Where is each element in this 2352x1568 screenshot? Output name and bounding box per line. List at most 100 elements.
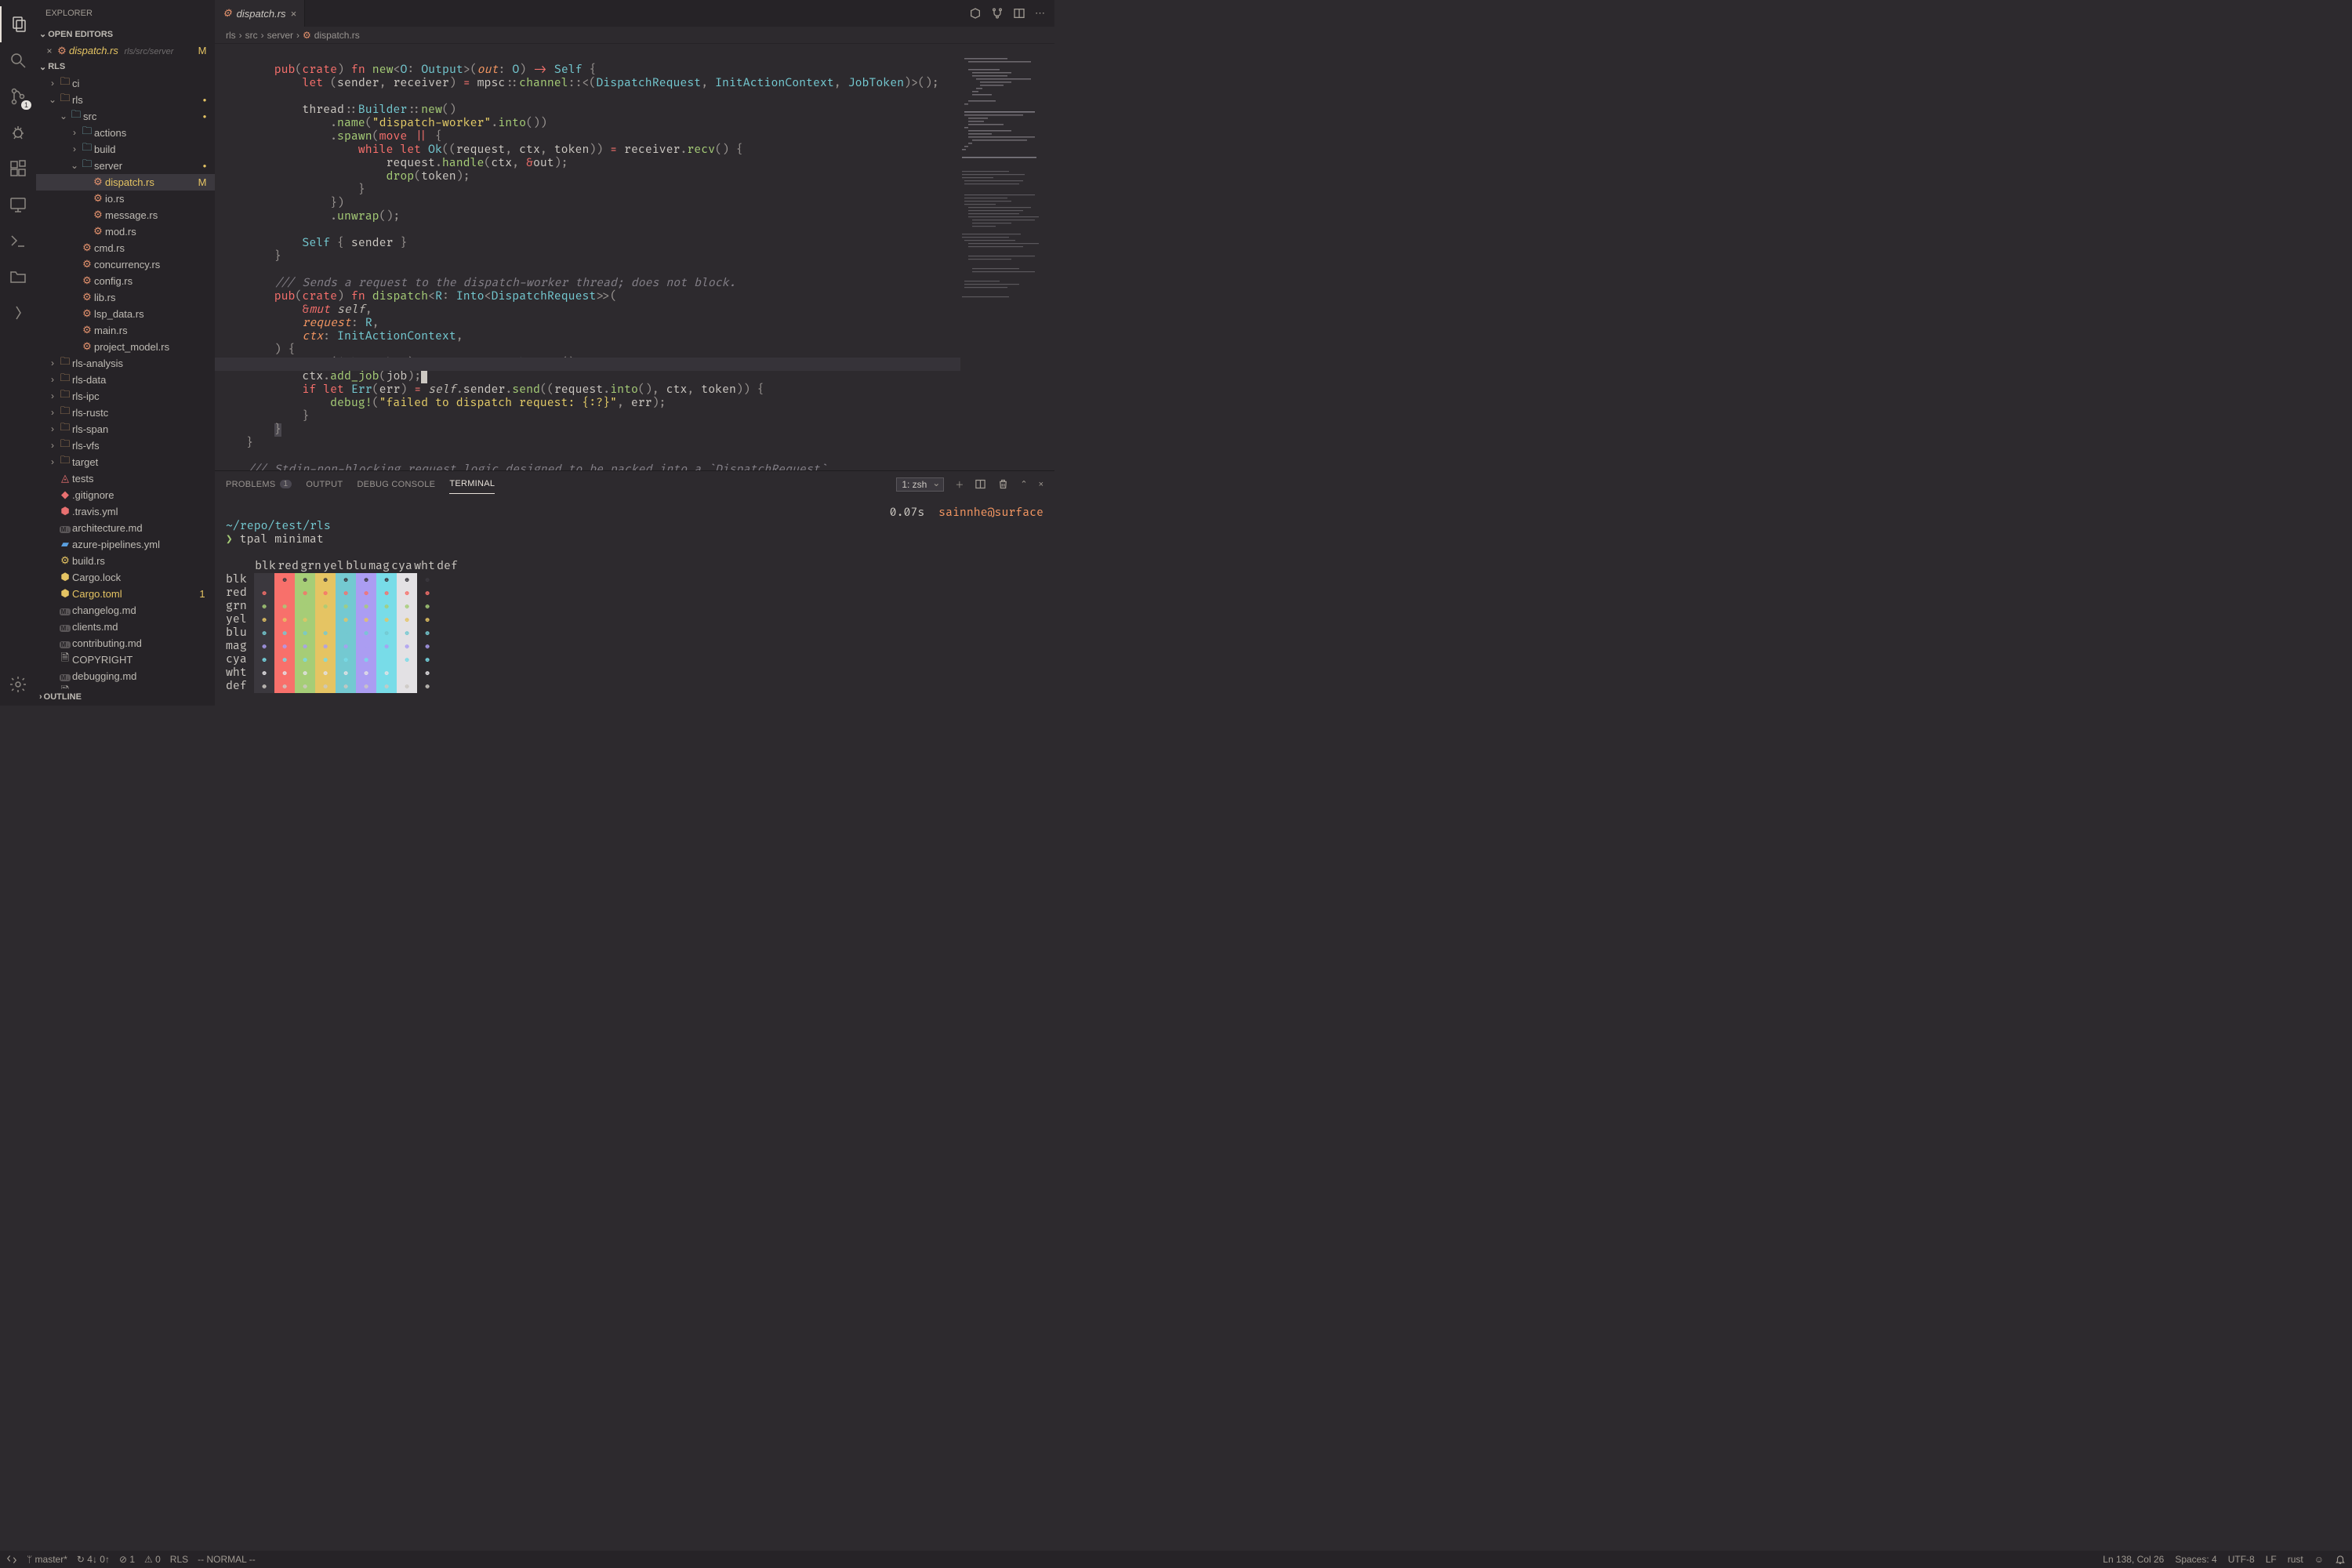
rls-status[interactable]: RLS: [170, 1554, 188, 1565]
cursor-position[interactable]: Ln 138, Col 26: [2103, 1554, 2164, 1565]
sidebar-title: EXPLORER: [36, 0, 215, 26]
split-terminal-icon[interactable]: [975, 478, 986, 490]
terminal-select[interactable]: 1: zsh: [896, 477, 944, 492]
more-icon[interactable]: ⋯: [1035, 7, 1045, 20]
file-item[interactable]: ⬢.travis.yml: [36, 503, 215, 520]
folder-item[interactable]: ›🗀build: [36, 141, 215, 158]
file-item[interactable]: ⚙io.rs: [36, 191, 215, 207]
rust-icon: ⚙: [223, 7, 232, 20]
activity-folder-icon[interactable]: [0, 259, 36, 295]
outline-label: OUTLINE: [44, 692, 82, 702]
terminal-prompt-char: ❯: [226, 533, 233, 546]
bottom-panel: PROBLEMS1 OUTPUT DEBUG CONSOLE TERMINAL …: [215, 470, 1054, 706]
file-item[interactable]: ⚙main.rs: [36, 322, 215, 339]
activity-remote-icon[interactable]: [0, 187, 36, 223]
output-tab[interactable]: OUTPUT: [306, 480, 343, 489]
file-item[interactable]: ▰azure-pipelines.yml: [36, 536, 215, 553]
file-item[interactable]: M↓architecture.md: [36, 520, 215, 536]
file-item[interactable]: M↓changelog.md: [36, 602, 215, 619]
file-item[interactable]: ⚙build.rs: [36, 553, 215, 569]
project-header[interactable]: ⌄RLS: [36, 59, 215, 75]
editor-area: ⚙ dispatch.rs × ⋯ rls › src › server › ⚙…: [215, 0, 1054, 706]
problems-tab[interactable]: PROBLEMS1: [226, 480, 292, 489]
folder-item[interactable]: ›🗀rls-analysis: [36, 355, 215, 372]
file-item[interactable]: ◬tests: [36, 470, 215, 487]
editor-actions: ⋯: [960, 0, 1054, 27]
rust-icon: ⚙: [303, 30, 311, 41]
terminal-tab[interactable]: TERMINAL: [449, 479, 495, 494]
new-terminal-icon[interactable]: ＋: [955, 478, 964, 491]
file-item[interactable]: ◆.gitignore: [36, 487, 215, 503]
notifications-icon[interactable]: [2335, 1554, 2346, 1565]
feedback-icon[interactable]: ☺: [2314, 1554, 2324, 1565]
color-palette-output: blkredgrnyelblumagcyawhtdefblk☻☻☻☻☻☻☻☻☻r…: [226, 560, 459, 693]
eol-status[interactable]: LF: [2266, 1554, 2277, 1565]
kill-terminal-icon[interactable]: [997, 478, 1009, 490]
activity-scm-icon[interactable]: 1: [0, 78, 36, 114]
editor-tab[interactable]: ⚙ dispatch.rs ×: [215, 0, 305, 27]
split-editor-icon[interactable]: [1013, 7, 1025, 20]
compare-icon[interactable]: [991, 7, 1004, 20]
git-branch[interactable]: ᛘ master*: [27, 1554, 67, 1565]
close-icon[interactable]: ×: [44, 45, 55, 56]
file-item[interactable]: M↓clients.md: [36, 619, 215, 635]
encoding-status[interactable]: UTF-8: [2228, 1554, 2255, 1565]
file-item[interactable]: ⚙message.rs: [36, 207, 215, 223]
folder-item[interactable]: ›🗀rls-ipc: [36, 388, 215, 405]
breadcrumb[interactable]: rls › src › server › ⚙ dispatch.rs: [215, 27, 1054, 44]
warnings-count[interactable]: ⚠ 0: [144, 1554, 161, 1565]
breadcrumb-segment[interactable]: server: [267, 30, 293, 41]
folder-item[interactable]: ⌄🗀src●: [36, 108, 215, 125]
maximize-panel-icon[interactable]: ⌃: [1020, 479, 1027, 489]
file-item[interactable]: ⚙dispatch.rsM: [36, 174, 215, 191]
activity-explorer-icon[interactable]: [0, 6, 36, 42]
open-editor-item[interactable]: × ⚙ dispatch.rs rls/src/server M: [36, 43, 215, 59]
breadcrumb-segment[interactable]: src: [245, 30, 258, 41]
indent-status[interactable]: Spaces: 4: [2175, 1554, 2216, 1565]
file-item[interactable]: ⚙lib.rs: [36, 289, 215, 306]
outline-header[interactable]: ›OUTLINE: [36, 689, 215, 706]
file-item[interactable]: ⚙config.rs: [36, 273, 215, 289]
close-icon[interactable]: ×: [291, 8, 297, 20]
breadcrumb-segment[interactable]: rls: [226, 30, 236, 41]
open-editors-header[interactable]: ⌄OPEN EDITORS: [36, 26, 215, 42]
file-item[interactable]: ⚙project_model.rs: [36, 339, 215, 355]
remote-indicator[interactable]: [6, 1554, 17, 1565]
code-content[interactable]: pub(crate) fn new<O: Output>(out: O) -> …: [215, 44, 960, 470]
folder-item[interactable]: ›🗀rls-span: [36, 421, 215, 437]
activity-extensions-icon[interactable]: [0, 151, 36, 187]
file-item[interactable]: ⬢Cargo.lock: [36, 569, 215, 586]
file-item[interactable]: ⚙cmd.rs: [36, 240, 215, 256]
code-editor[interactable]: pub(crate) fn new<O: Output>(out: O) -> …: [215, 44, 1054, 470]
errors-count[interactable]: ⊘ 1: [119, 1554, 135, 1565]
close-panel-icon[interactable]: ×: [1039, 480, 1044, 489]
activity-bar: 1: [0, 0, 36, 706]
settings-gear-icon[interactable]: [0, 666, 36, 702]
activity-terminal-icon[interactable]: [0, 223, 36, 259]
breadcrumb-segment[interactable]: dispatch.rs: [314, 30, 360, 41]
folder-item[interactable]: ⌄🗀server●: [36, 158, 215, 174]
folder-item[interactable]: ›🗀actions: [36, 125, 215, 141]
minimap[interactable]: [960, 44, 1054, 470]
debug-console-tab[interactable]: DEBUG CONSOLE: [357, 480, 435, 489]
activity-rust-icon[interactable]: [0, 295, 36, 331]
file-item[interactable]: ⚙concurrency.rs: [36, 256, 215, 273]
folder-item[interactable]: ›🗀target: [36, 454, 215, 470]
folder-item[interactable]: ›🗀rls-rustc: [36, 405, 215, 421]
folder-item[interactable]: ›🗀rls-vfs: [36, 437, 215, 454]
activity-search-icon[interactable]: [0, 42, 36, 78]
folder-item[interactable]: ⌄🗀rls●: [36, 92, 215, 108]
folder-item[interactable]: ›🗀rls-data: [36, 372, 215, 388]
activity-debug-icon[interactable]: [0, 114, 36, 151]
file-item[interactable]: ⚙mod.rs: [36, 223, 215, 240]
file-item[interactable]: M↓debugging.md: [36, 668, 215, 684]
terminal[interactable]: 0.07s sainnhe@surface~/repo/test/rls ❯ t…: [215, 497, 1054, 706]
language-mode[interactable]: rust: [2288, 1554, 2303, 1565]
version-control-icon[interactable]: [969, 7, 982, 20]
file-item[interactable]: ⚙lsp_data.rs: [36, 306, 215, 322]
file-item[interactable]: ⬢Cargo.toml1: [36, 586, 215, 602]
folder-item[interactable]: ›🗀ci: [36, 75, 215, 92]
file-item[interactable]: 🗎COPYRIGHT: [36, 652, 215, 668]
git-sync[interactable]: ↻ 4↓ 0↑: [77, 1554, 110, 1565]
file-item[interactable]: M↓contributing.md: [36, 635, 215, 652]
